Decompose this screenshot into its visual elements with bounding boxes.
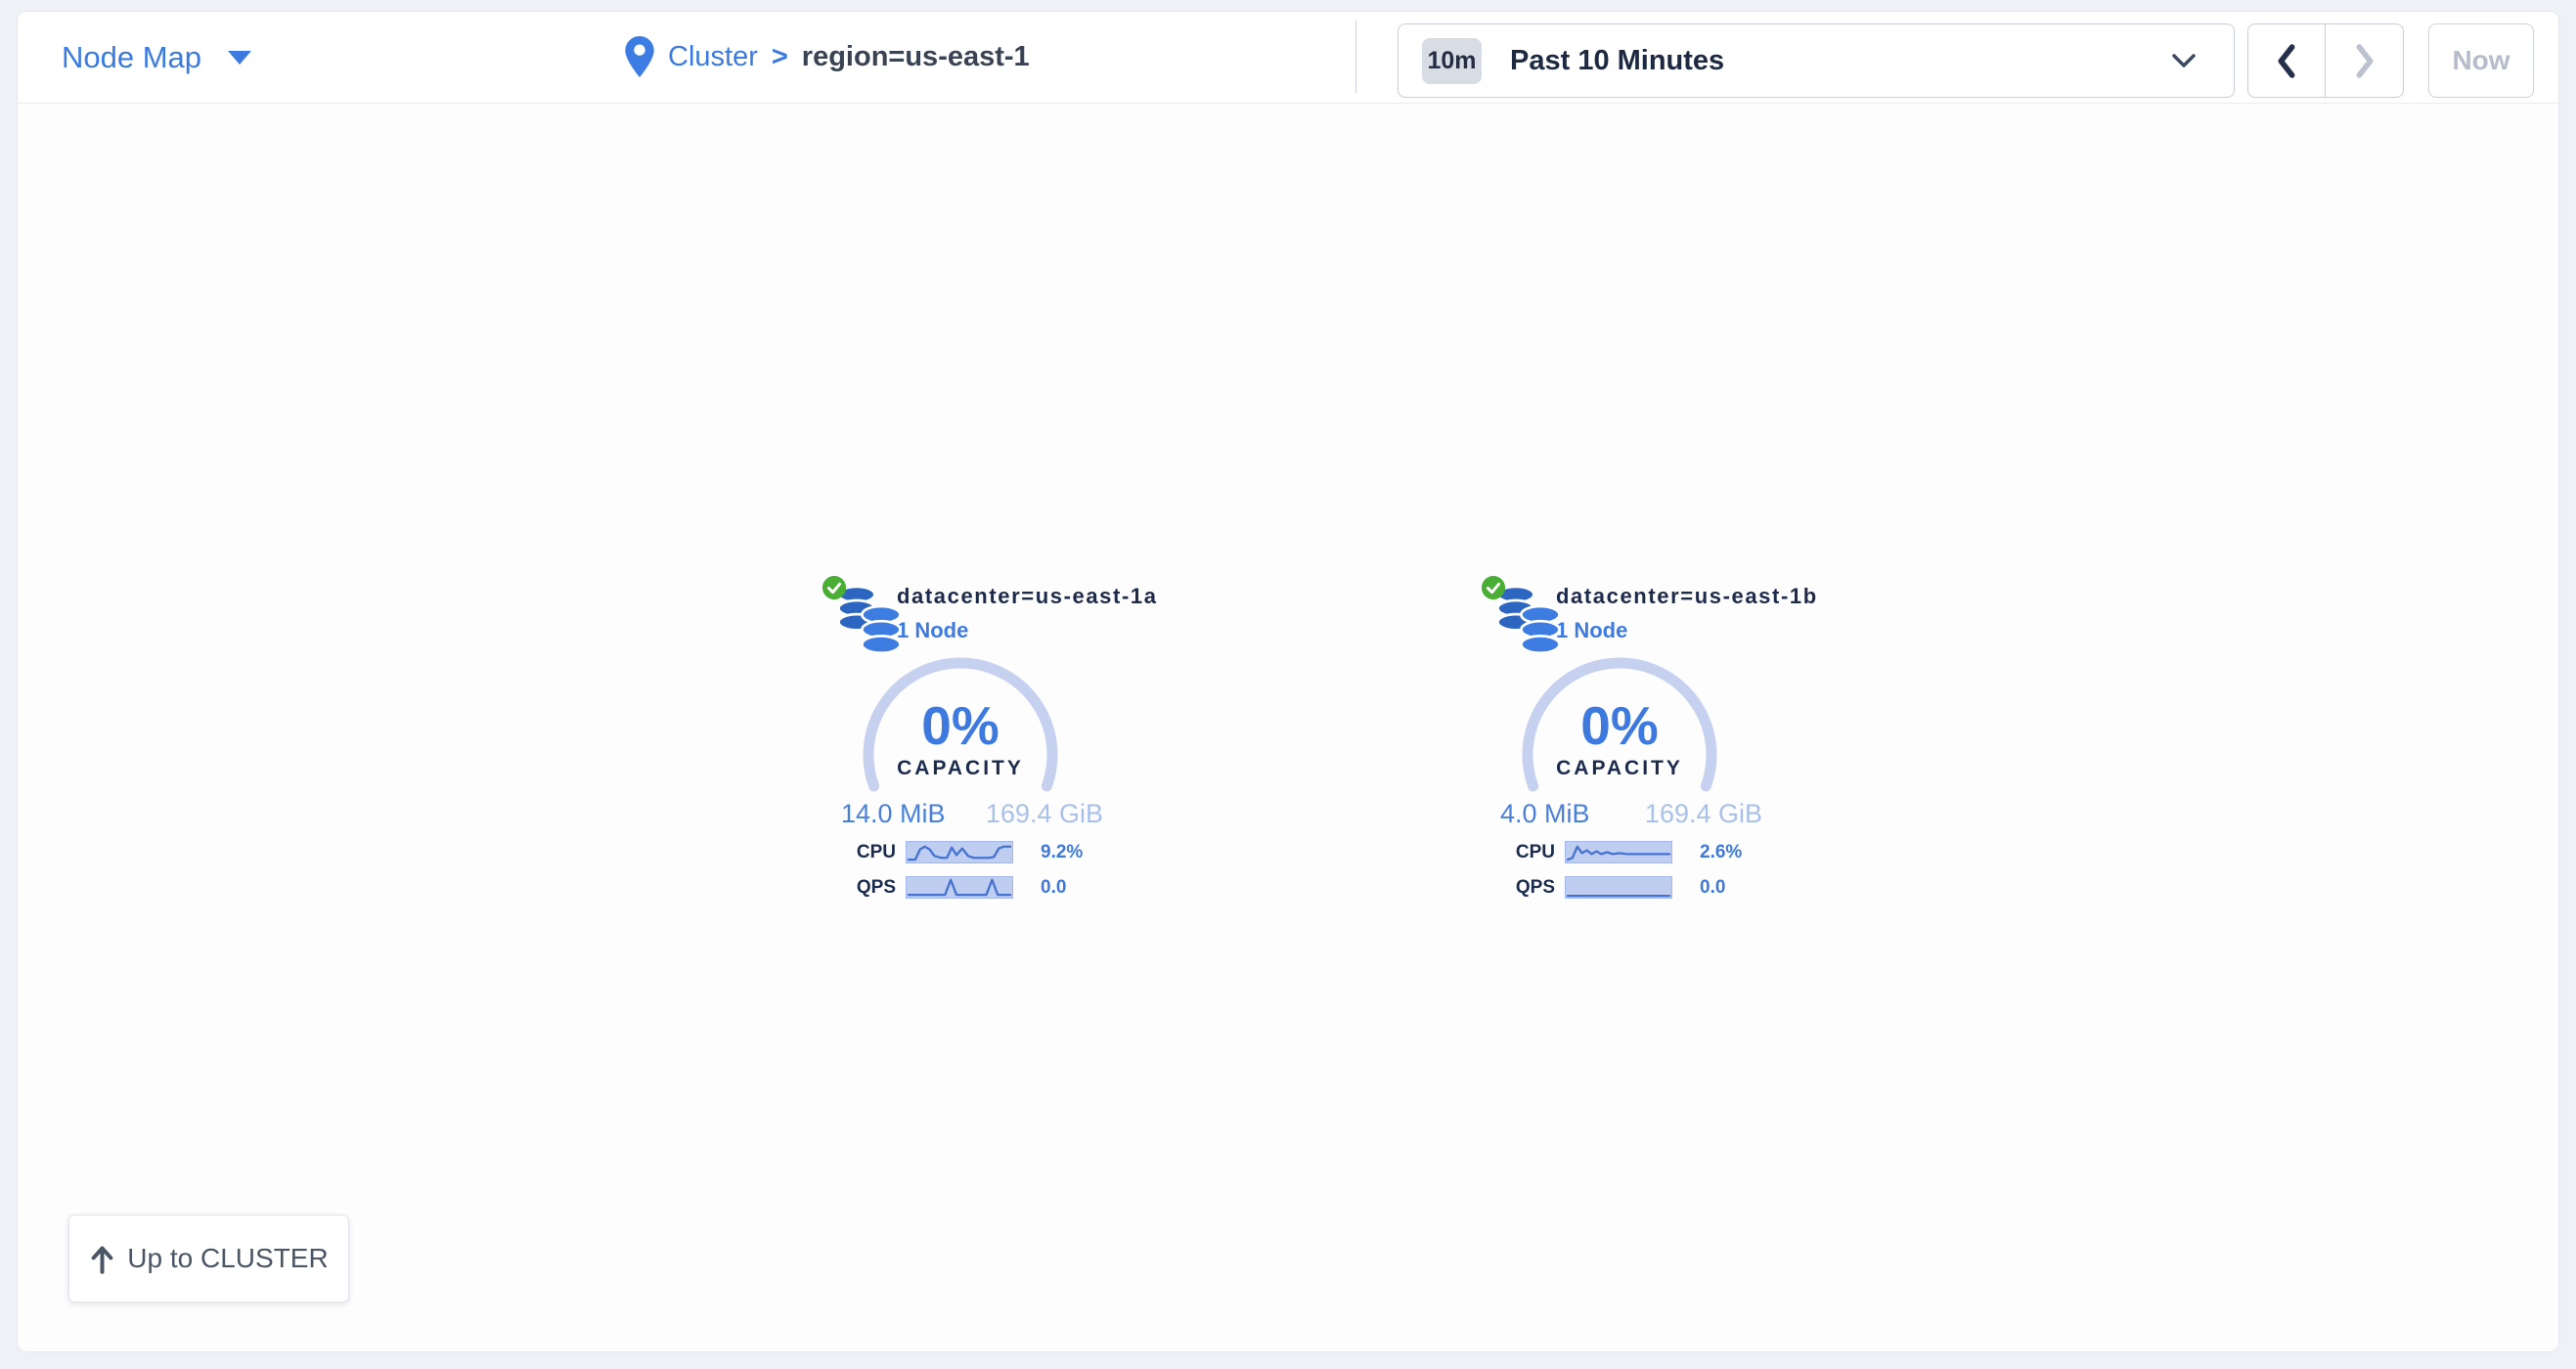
time-range-dropdown[interactable]: 10m Past 10 Minutes [1398,23,2235,98]
qps-sparkline [906,876,1013,899]
view-selector-label: Node Map [62,40,201,75]
healthy-check-icon [1481,575,1506,600]
qps-metric-row: QPS 0.0 [814,876,1107,899]
datacenter-header-text: datacenter=us-east-1b 1 Node [1556,568,1818,655]
capacity-percent: 0% [857,694,1064,757]
qps-label: QPS [1496,877,1555,899]
datacenter-node-count-link[interactable]: 1 Node [1556,618,1818,643]
capacity-range: 4.0 MiB 169.4 GiB [1473,799,1766,829]
cpu-label: CPU [837,842,896,863]
chevron-right-icon [2352,43,2376,79]
arrow-up-icon [89,1244,115,1274]
qps-sparkline [1565,876,1672,899]
qps-value: 0.0 [1700,877,1725,899]
cpu-metric-row: CPU 2.6% [1473,841,1766,863]
top-bar: Node Map Cluster > region=us-east-1 10m … [18,12,2558,104]
datacenter-header: datacenter=us-east-1a 1 Node [814,568,1107,655]
breadcrumb-cluster-link[interactable]: Cluster [668,41,758,73]
chevron-left-icon [2275,43,2299,79]
capacity-used: 14.0 MiB [841,799,946,829]
capacity-used: 4.0 MiB [1500,799,1590,829]
capacity-label: CAPACITY [857,757,1064,780]
datacenter-node-count-link[interactable]: 1 Node [897,618,1158,643]
datacenter-node-us-east-1a[interactable]: datacenter=us-east-1a 1 Node 0% CAPACITY… [814,568,1107,911]
step-forward-button[interactable] [2326,24,2403,97]
qps-label: QPS [837,877,896,899]
datacenter-header-text: datacenter=us-east-1a 1 Node [897,568,1158,655]
metric-rows: CPU 9.2% QPS 0.0 [814,841,1107,899]
node-map-canvas: datacenter=us-east-1a 1 Node 0% CAPACITY… [18,104,2558,1352]
qps-metric-row: QPS 0.0 [1473,876,1766,899]
cpu-metric-row: CPU 9.2% [814,841,1107,863]
capacity-label: CAPACITY [1516,757,1723,780]
header-divider [1355,21,1356,93]
datacenter-node-us-east-1b[interactable]: datacenter=us-east-1b 1 Node 0% CAPACITY… [1473,568,1766,911]
cpu-sparkline [1565,841,1672,863]
breadcrumb: Cluster > region=us-east-1 [625,12,1030,103]
view-selector-dropdown[interactable]: Node Map [62,12,251,103]
time-range-label: Past 10 Minutes [1510,45,1724,77]
capacity-total: 169.4 GiB [1645,799,1762,829]
caret-down-icon [228,51,251,65]
up-to-cluster-label: Up to CLUSTER [127,1243,328,1274]
step-back-button[interactable] [2248,24,2326,97]
datacenter-title: datacenter=us-east-1a [897,584,1158,609]
time-step-controls [2247,23,2404,98]
cpu-value: 9.2% [1041,842,1083,863]
capacity-gauge: 0% CAPACITY [1516,655,1723,802]
metric-rows: CPU 2.6% QPS 0.0 [1473,841,1766,899]
datacenter-header: datacenter=us-east-1b 1 Node [1473,568,1766,655]
qps-value: 0.0 [1041,877,1066,899]
capacity-range: 14.0 MiB 169.4 GiB [814,799,1107,829]
healthy-check-icon [822,575,847,600]
capacity-gauge: 0% CAPACITY [857,655,1064,802]
location-pin-icon [625,36,654,77]
breadcrumb-separator: > [772,41,788,73]
datacenter-icon-group [814,568,897,655]
datacenter-title: datacenter=us-east-1b [1556,584,1818,609]
chevron-down-icon [2171,53,2197,68]
cpu-value: 2.6% [1700,842,1742,863]
up-to-cluster-button[interactable]: Up to CLUSTER [68,1214,349,1303]
capacity-total: 169.4 GiB [986,799,1103,829]
cpu-label: CPU [1496,842,1555,863]
console-panel: Node Map Cluster > region=us-east-1 10m … [17,11,2559,1352]
cpu-sparkline [906,841,1013,863]
breadcrumb-current: region=us-east-1 [802,41,1030,73]
time-range-badge: 10m [1422,38,1482,84]
now-button[interactable]: Now [2428,23,2534,98]
capacity-percent: 0% [1516,694,1723,757]
datacenter-icon-group [1473,568,1556,655]
